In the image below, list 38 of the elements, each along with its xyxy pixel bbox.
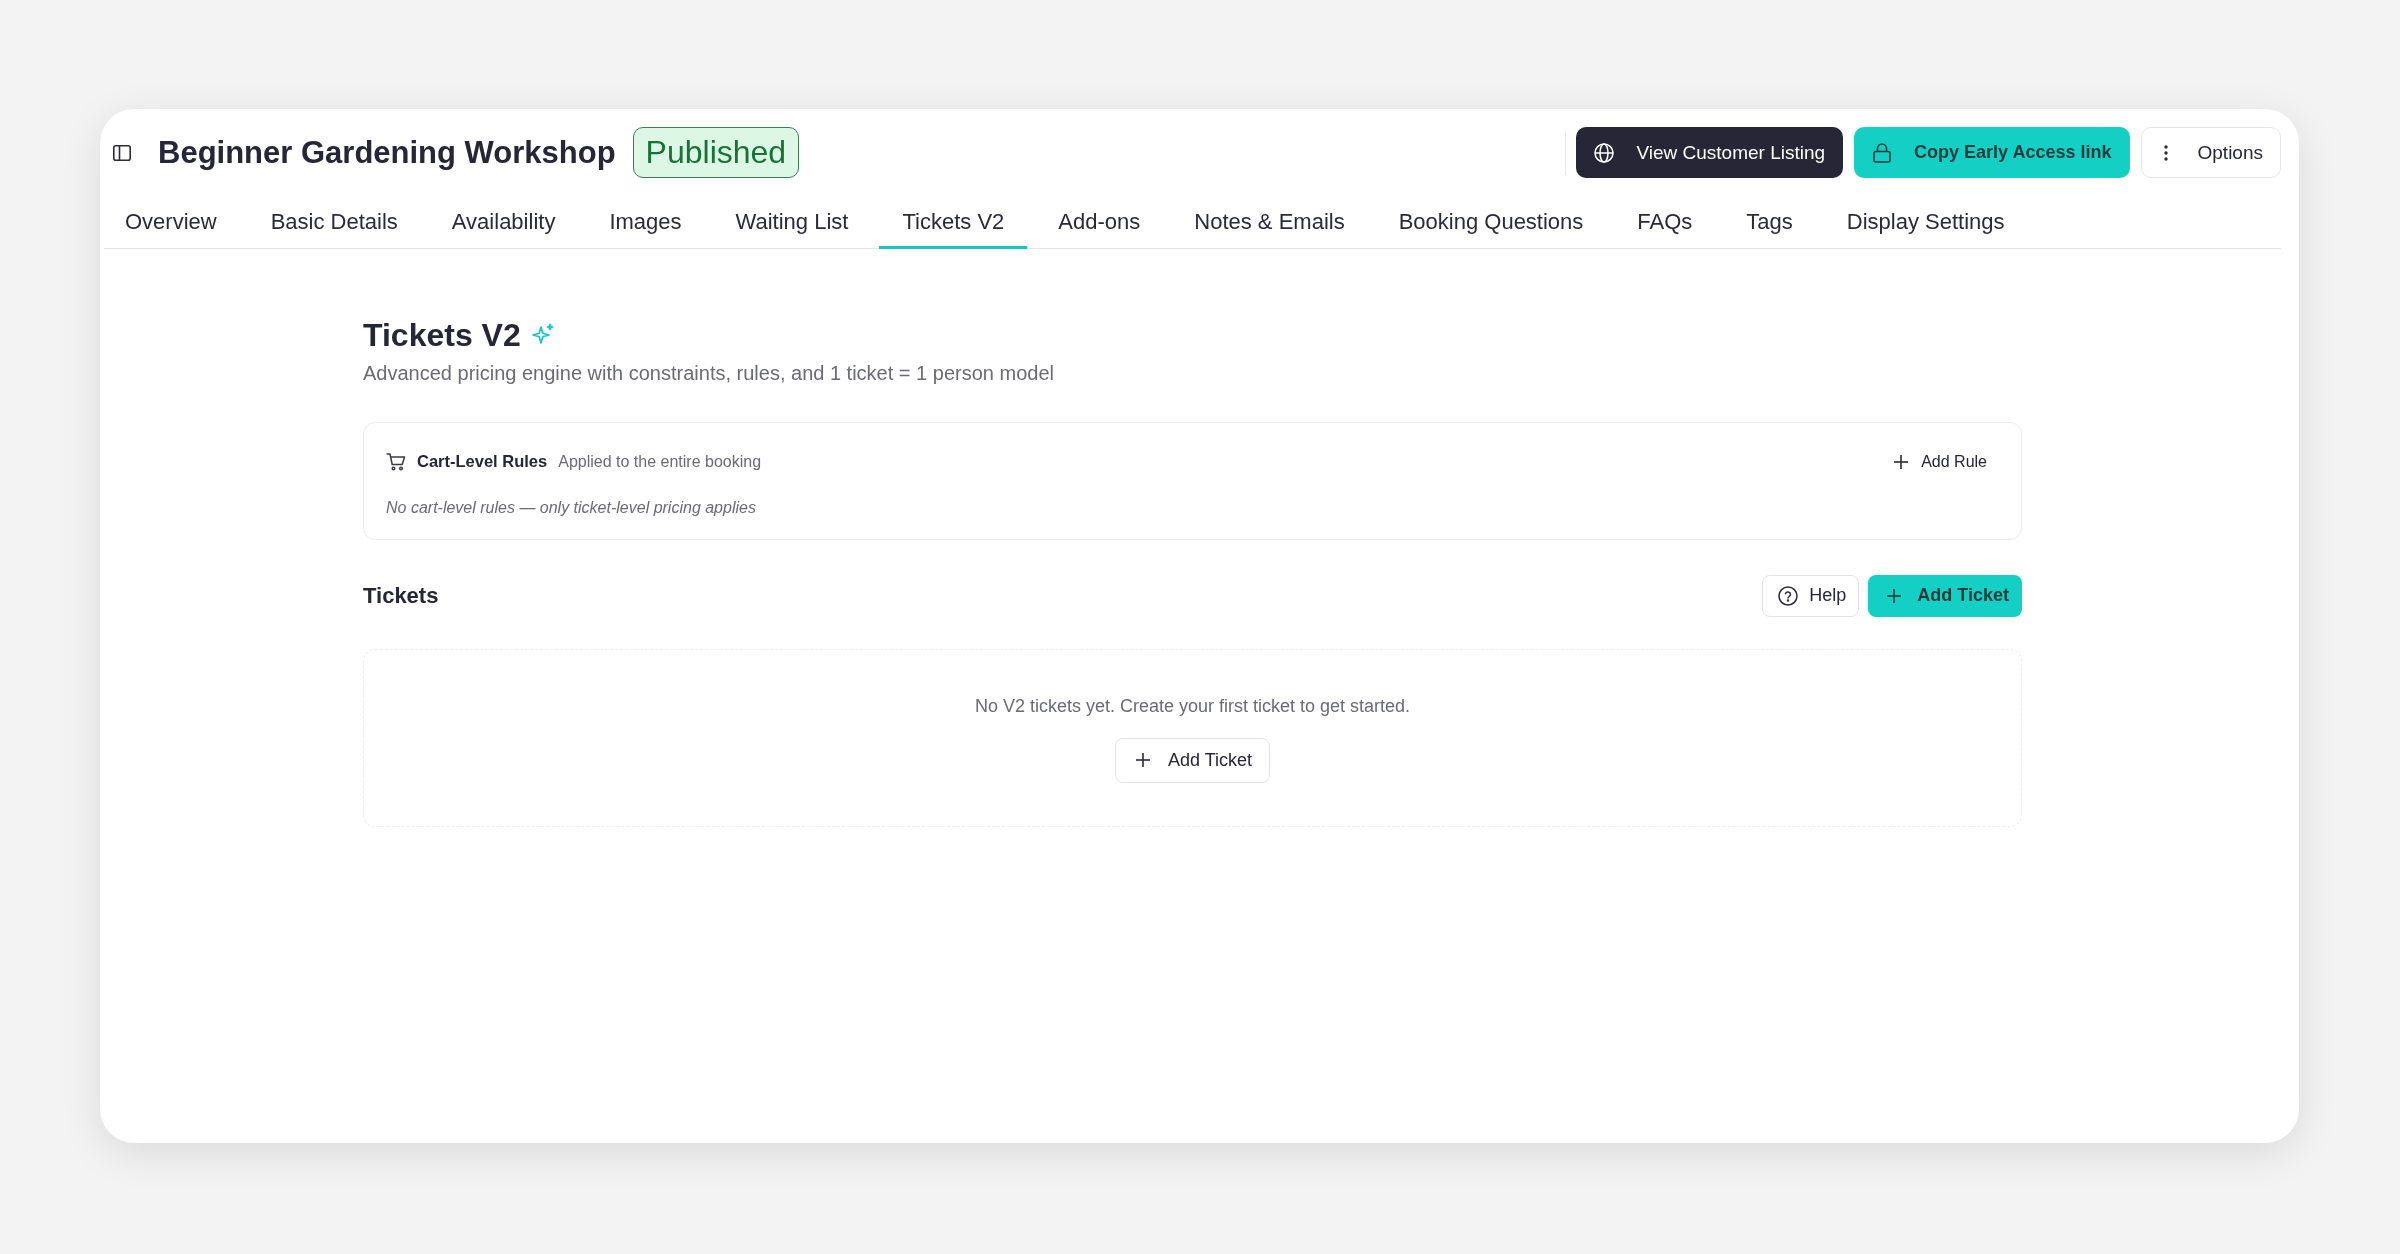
- cart-icon: [386, 451, 406, 472]
- tab[interactable]: Basic Details: [247, 200, 421, 249]
- page-title: Beginner Gardening Workshop: [158, 133, 616, 172]
- plus-icon: [1887, 588, 1902, 603]
- sidebar-icon[interactable]: [113, 144, 131, 161]
- plus-icon: [1135, 753, 1150, 767]
- view-listing-button[interactable]: View Customer Listing: [1576, 127, 1844, 178]
- globe-icon: [1594, 142, 1615, 163]
- sparkle-icon: [530, 322, 555, 347]
- empty-rules-text: No cart-level rules — only ticket-level pricing applies: [386, 497, 757, 518]
- tab[interactable]: Display Settings: [1823, 200, 2028, 249]
- rules-title: Cart-Level Rules: [417, 452, 548, 471]
- tab[interactable]: Waiting List: [712, 200, 872, 249]
- add-rule-button[interactable]: Add Rule: [1882, 443, 1999, 480]
- tab[interactable]: Images: [586, 200, 705, 249]
- tickets-heading: Tickets: [363, 582, 439, 609]
- lock-icon: [1872, 142, 1893, 163]
- tab[interactable]: Notes & Emails: [1171, 200, 1368, 249]
- status-badge: Published: [632, 127, 800, 178]
- tab[interactable]: Booking Questions: [1375, 200, 1607, 249]
- empty-tickets-text: No V2 tickets yet. Create your first ticket to get started.: [974, 694, 1411, 718]
- copy-link-button[interactable]: Copy Early Access link: [1854, 127, 2130, 178]
- rules-description: Applied to the entire booking: [558, 452, 762, 471]
- tab[interactable]: Tickets V2: [879, 200, 1028, 249]
- plus-icon: [1894, 454, 1909, 469]
- help-button[interactable]: Help: [1762, 574, 1860, 617]
- add-ticket-button[interactable]: Add Ticket: [1114, 737, 1270, 783]
- tab[interactable]: Tags: [1723, 200, 1816, 249]
- add-ticket-button[interactable]: Add Ticket: [1868, 574, 2022, 617]
- section-subtitle: Advanced pricing engine with constraints, rules, and 1 ticket = 1 person model: [363, 360, 1055, 386]
- more-icon: [2163, 144, 2168, 161]
- tab[interactable]: Availability: [428, 200, 579, 249]
- tab[interactable]: Overview: [102, 200, 240, 249]
- tab[interactable]: Add-ons: [1035, 200, 1164, 249]
- section-title: Tickets V2: [363, 315, 521, 355]
- tab[interactable]: FAQs: [1614, 200, 1716, 249]
- options-button[interactable]: Options: [2140, 127, 2281, 178]
- help-icon: [1778, 585, 1799, 606]
